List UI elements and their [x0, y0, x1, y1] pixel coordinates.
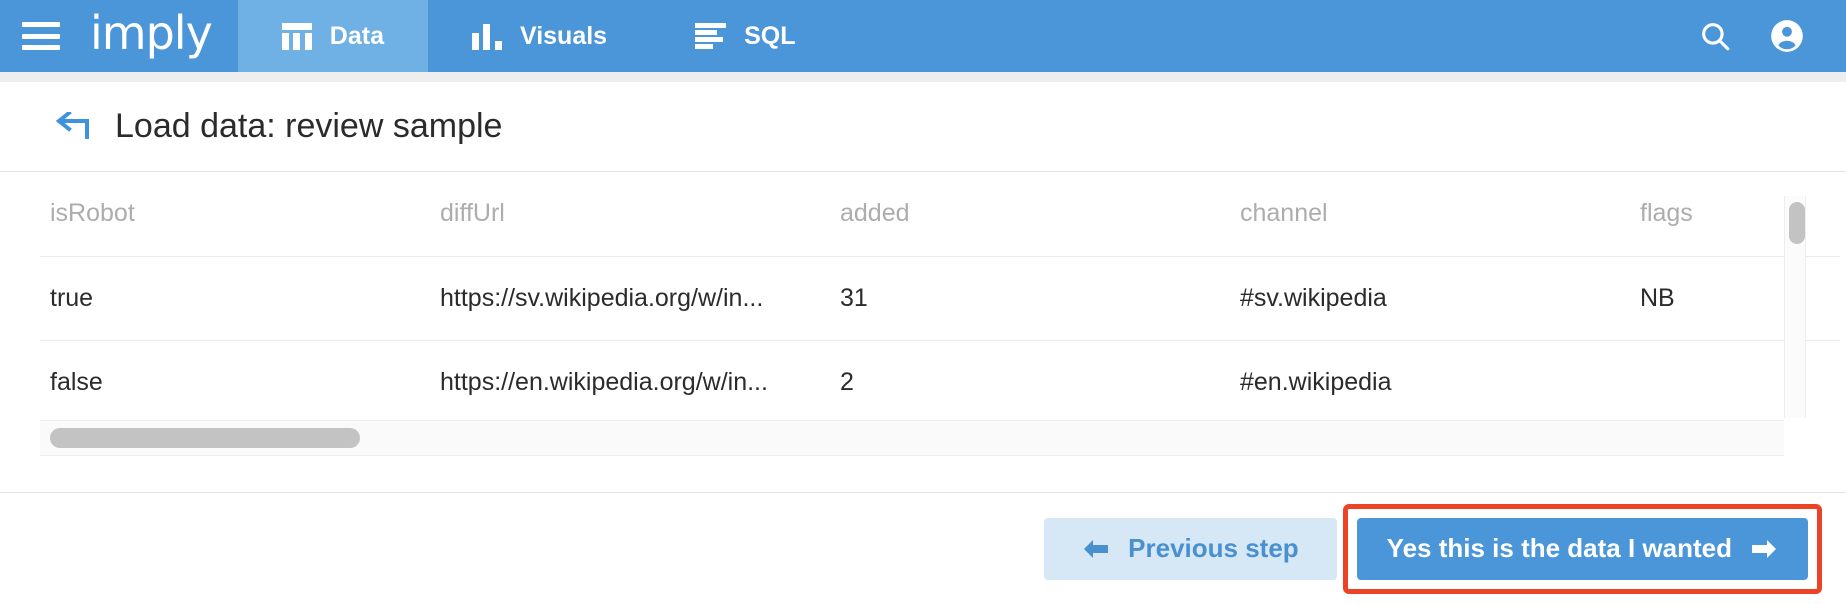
- cell-flags: [1640, 339, 1840, 424]
- column-header-channel[interactable]: channel: [1240, 172, 1640, 256]
- account-circle-icon[interactable]: [1768, 17, 1806, 55]
- page-header: Load data: review sample: [0, 82, 1846, 172]
- cell-isrobot: true: [40, 255, 440, 340]
- hamburger-line: [22, 45, 60, 50]
- brand-zone: imply: [0, 0, 238, 72]
- hamburger-menu-icon[interactable]: [22, 22, 60, 50]
- cell-added: 31: [840, 255, 1240, 340]
- arrow-left-icon: [1082, 537, 1110, 561]
- column-header-diffurl[interactable]: diffUrl: [440, 172, 840, 256]
- table-row[interactable]: true https://sv.wikipedia.org/w/in... 31…: [40, 255, 1840, 340]
- sample-table: isRobot diffUrl added channel flags true…: [40, 172, 1840, 424]
- hamburger-line: [22, 33, 60, 39]
- hamburger-line: [22, 22, 60, 27]
- cell-flags: NB: [1640, 255, 1840, 340]
- horizontal-scrollbar-thumb[interactable]: [50, 428, 360, 448]
- table-vertical-scrollbar[interactable]: [1784, 196, 1806, 418]
- wizard-footer: Previous step Yes this is the data I wan…: [0, 492, 1846, 604]
- tab-data-label: Data: [329, 21, 384, 50]
- sample-table-container: isRobot diffUrl added channel flags true…: [0, 172, 1846, 472]
- cell-added: 2: [840, 339, 1240, 424]
- tab-data[interactable]: Data: [237, 0, 428, 72]
- column-header-flags[interactable]: flags: [1640, 172, 1840, 256]
- cell-diffurl: https://sv.wikipedia.org/w/in...: [440, 255, 840, 340]
- confirm-data-button[interactable]: Yes this is the data I wanted: [1356, 517, 1808, 580]
- vertical-scrollbar-thumb[interactable]: [1789, 202, 1805, 244]
- column-header-isrobot[interactable]: isRobot: [40, 172, 440, 256]
- confirm-data-label: Yes this is the data I wanted: [1386, 533, 1732, 563]
- next-step-highlight-frame: Yes this is the data I wanted: [1342, 503, 1822, 594]
- column-header-added[interactable]: added: [840, 172, 1240, 256]
- top-navigation-bar: imply Data Visuals SQL: [0, 0, 1846, 72]
- back-arrow-icon[interactable]: [55, 111, 89, 142]
- cell-isrobot: false: [40, 339, 440, 424]
- imply-logo[interactable]: imply: [90, 10, 213, 62]
- previous-step-button[interactable]: Previous step: [1044, 517, 1337, 580]
- table-header-row: isRobot diffUrl added channel flags: [40, 172, 1840, 256]
- topbar-right-actions: [1698, 0, 1846, 72]
- tab-visuals[interactable]: Visuals: [428, 0, 651, 72]
- search-icon[interactable]: [1698, 19, 1732, 53]
- cell-channel: #en.wikipedia: [1240, 339, 1640, 424]
- table-columns-icon: [281, 22, 312, 50]
- previous-step-label: Previous step: [1128, 533, 1299, 563]
- nav-tabs: Data Visuals SQL: [237, 0, 840, 72]
- arrow-right-icon: [1750, 537, 1778, 561]
- tab-sql-label: SQL: [744, 21, 796, 50]
- cell-diffurl: https://en.wikipedia.org/w/in...: [440, 339, 840, 424]
- tab-sql[interactable]: SQL: [651, 0, 839, 72]
- tab-visuals-label: Visuals: [519, 21, 608, 50]
- table-row[interactable]: false https://en.wikipedia.org/w/in... 2…: [40, 339, 1840, 424]
- header-divider: [0, 72, 1846, 82]
- table-horizontal-scrollbar[interactable]: [40, 420, 1784, 456]
- page-title: Load data: review sample: [115, 107, 503, 145]
- bar-chart-icon: [471, 23, 502, 50]
- cell-channel: #sv.wikipedia: [1240, 255, 1640, 340]
- text-lines-icon: [695, 23, 727, 49]
